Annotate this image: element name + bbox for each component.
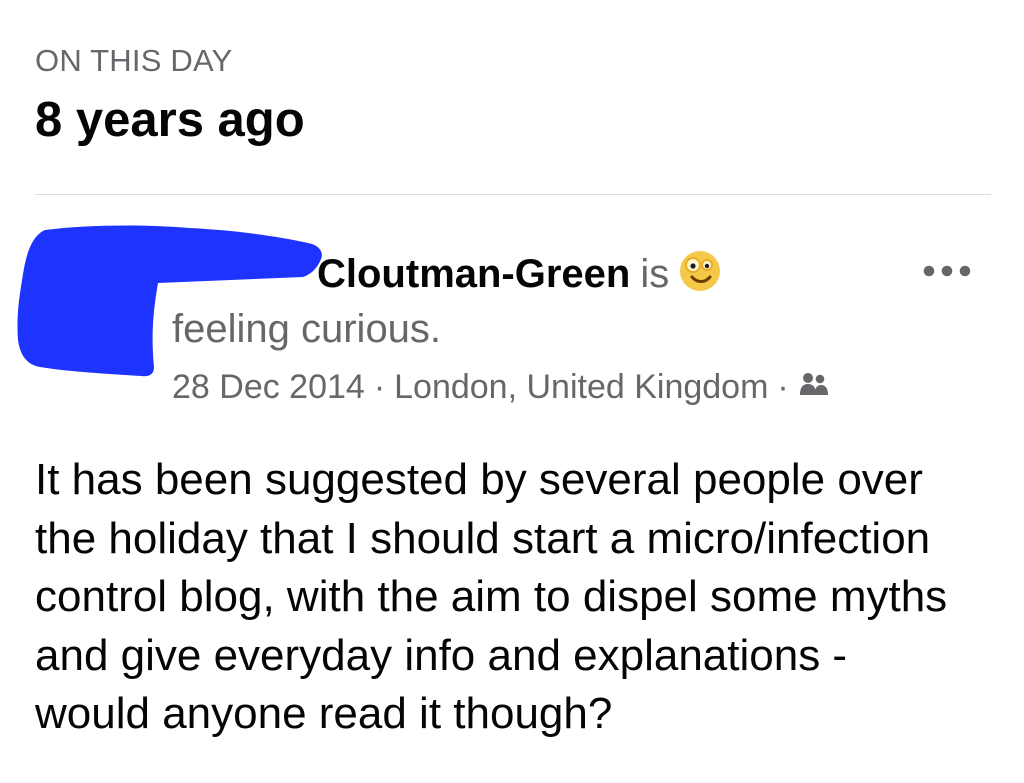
on-this-day-label: ON THIS DAY [35,43,233,78]
friends-icon[interactable] [798,369,830,401]
more-options-icon [923,265,971,277]
more-dot-2 [941,265,953,277]
post-body-text: It has been suggested by several people … [35,455,948,738]
status-verb: is [640,252,670,296]
post-meta: 28 Dec 2014 · London, United Kingdom · [172,365,830,409]
more-dot-3 [959,265,971,277]
emoji-eye-right [705,263,710,269]
curious-face-icon [677,248,723,294]
post-location-link[interactable]: London, United Kingdom [394,368,768,406]
emoji-face [680,251,721,291]
emoji-eye-left [690,263,696,269]
meta-separator: · [777,368,789,406]
post-date-link[interactable]: 28 Dec 2014 [172,368,365,406]
section-divider [35,194,991,195]
post-author-line: Cloutman-Green is [317,248,723,300]
friend-head-right [815,374,825,384]
more-options-button[interactable] [920,256,974,286]
friend-body-left [799,384,816,395]
years-ago-heading: 8 years ago [35,93,305,147]
more-dot-1 [923,265,935,277]
friend-body-right [813,385,828,395]
meta-separator: · [373,368,386,406]
feeling-status: feeling curious. [172,307,442,351]
author-name-link[interactable]: Cloutman-Green [317,252,630,296]
friend-head-left [802,373,813,383]
